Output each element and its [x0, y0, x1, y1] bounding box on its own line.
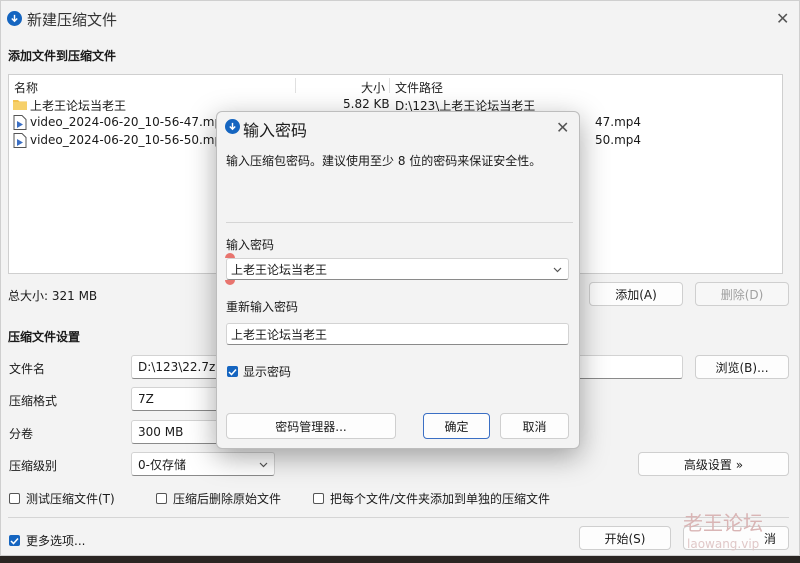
- filename-value: D:\123\22.7z: [138, 360, 216, 374]
- advanced-settings-button[interactable]: 高级设置 »: [638, 452, 789, 476]
- repeat-password-label: 重新输入密码: [226, 300, 299, 314]
- file-name: 上老王论坛当老王: [30, 99, 127, 113]
- file-path: 47.mp4: [595, 115, 642, 129]
- app-logo-icon: [7, 11, 22, 26]
- level-select[interactable]: 0-仅存储: [131, 452, 275, 476]
- level-value: 0-仅存储: [138, 457, 186, 472]
- divider: [226, 222, 573, 223]
- volume-value: 300 MB: [138, 425, 184, 439]
- separate-archives-label: 把每个文件/文件夹添加到单独的压缩文件: [330, 492, 551, 506]
- volume-label: 分卷: [9, 427, 34, 441]
- ok-button[interactable]: 确定: [423, 413, 490, 439]
- file-name: video_2024-06-20_10-56-50.mp4: [30, 133, 230, 147]
- browse-button[interactable]: 浏览(B)...: [695, 355, 789, 379]
- dialog-description: 输入压缩包密码。建议使用至少 8 位的密码来保证安全性。: [226, 154, 542, 168]
- caret-marker-icon: [225, 253, 235, 258]
- column-header-name[interactable]: 名称: [14, 79, 38, 96]
- column-separator[interactable]: [389, 78, 390, 93]
- watermark-text: 老王论坛: [683, 511, 763, 535]
- format-select[interactable]: 7Z: [131, 387, 221, 411]
- delete-original-checkbox[interactable]: [156, 493, 167, 504]
- settings-heading: 压缩文件设置: [8, 330, 81, 344]
- more-options-label: 更多选项...: [26, 534, 86, 548]
- caret-marker-icon: [225, 280, 235, 285]
- dialog-cancel-button[interactable]: 取消: [500, 413, 569, 439]
- format-value: 7Z: [138, 392, 154, 406]
- filename-label: 文件名: [9, 362, 46, 376]
- file-name: video_2024-06-20_10-56-47.mp4: [30, 115, 230, 129]
- file-path: 50.mp4: [595, 133, 642, 147]
- dialog-close-icon[interactable]: ✕: [556, 120, 569, 136]
- password-value: 上老王论坛当老王: [231, 262, 328, 277]
- app-logo-icon: [225, 119, 240, 134]
- password-input[interactable]: 上老王论坛当老王: [226, 258, 569, 280]
- dialog-title: 输入密码: [243, 121, 308, 140]
- add-button[interactable]: 添加(A): [589, 282, 683, 306]
- add-files-heading: 添加文件到压缩文件: [8, 49, 117, 63]
- remove-button[interactable]: 删除(D): [695, 282, 789, 306]
- column-header-size[interactable]: 大小: [361, 79, 385, 96]
- test-archive-option[interactable]: 测试压缩文件(T): [9, 490, 115, 507]
- video-file-icon: [13, 115, 27, 133]
- divider: [8, 517, 789, 518]
- window-title: 新建压缩文件: [27, 11, 118, 29]
- repeat-password-value: 上老王论坛当老王: [231, 327, 328, 342]
- delete-original-label: 压缩后删除原始文件: [173, 492, 282, 506]
- watermark-url: laowang.vip: [687, 537, 760, 551]
- chevron-down-icon: [259, 457, 268, 471]
- show-password-option[interactable]: 显示密码: [227, 363, 291, 380]
- column-header-path[interactable]: 文件路径: [395, 79, 443, 96]
- password-manager-button[interactable]: 密码管理器...: [226, 413, 396, 439]
- password-label: 输入密码: [226, 238, 275, 252]
- show-password-label: 显示密码: [243, 365, 292, 379]
- folder-icon: [13, 98, 27, 113]
- more-options-option[interactable]: 更多选项...: [9, 532, 85, 549]
- show-password-checkbox[interactable]: [227, 366, 238, 377]
- window-close-icon[interactable]: ✕: [776, 11, 789, 27]
- test-archive-checkbox[interactable]: [9, 493, 20, 504]
- more-options-checkbox[interactable]: [9, 535, 20, 546]
- column-separator[interactable]: [295, 78, 296, 93]
- test-archive-label: 测试压缩文件(T): [26, 492, 115, 506]
- volume-select[interactable]: 300 MB: [131, 420, 221, 444]
- separate-archives-option[interactable]: 把每个文件/文件夹添加到单独的压缩文件: [313, 490, 550, 507]
- start-button[interactable]: 开始(S): [579, 526, 671, 550]
- video-file-icon: [13, 133, 27, 151]
- file-size: 5.82 KB: [343, 97, 390, 111]
- format-label: 压缩格式: [9, 394, 58, 408]
- separate-archives-checkbox[interactable]: [313, 493, 324, 504]
- password-dialog: 输入密码 ✕ 输入压缩包密码。建议使用至少 8 位的密码来保证安全性。 输入密码…: [216, 111, 580, 449]
- repeat-password-input[interactable]: 上老王论坛当老王: [226, 323, 569, 345]
- level-label: 压缩级别: [9, 459, 58, 473]
- total-size-label: 总大小: 321 MB: [8, 289, 98, 303]
- chevron-down-icon[interactable]: [553, 262, 562, 276]
- delete-original-option[interactable]: 压缩后删除原始文件: [156, 490, 281, 507]
